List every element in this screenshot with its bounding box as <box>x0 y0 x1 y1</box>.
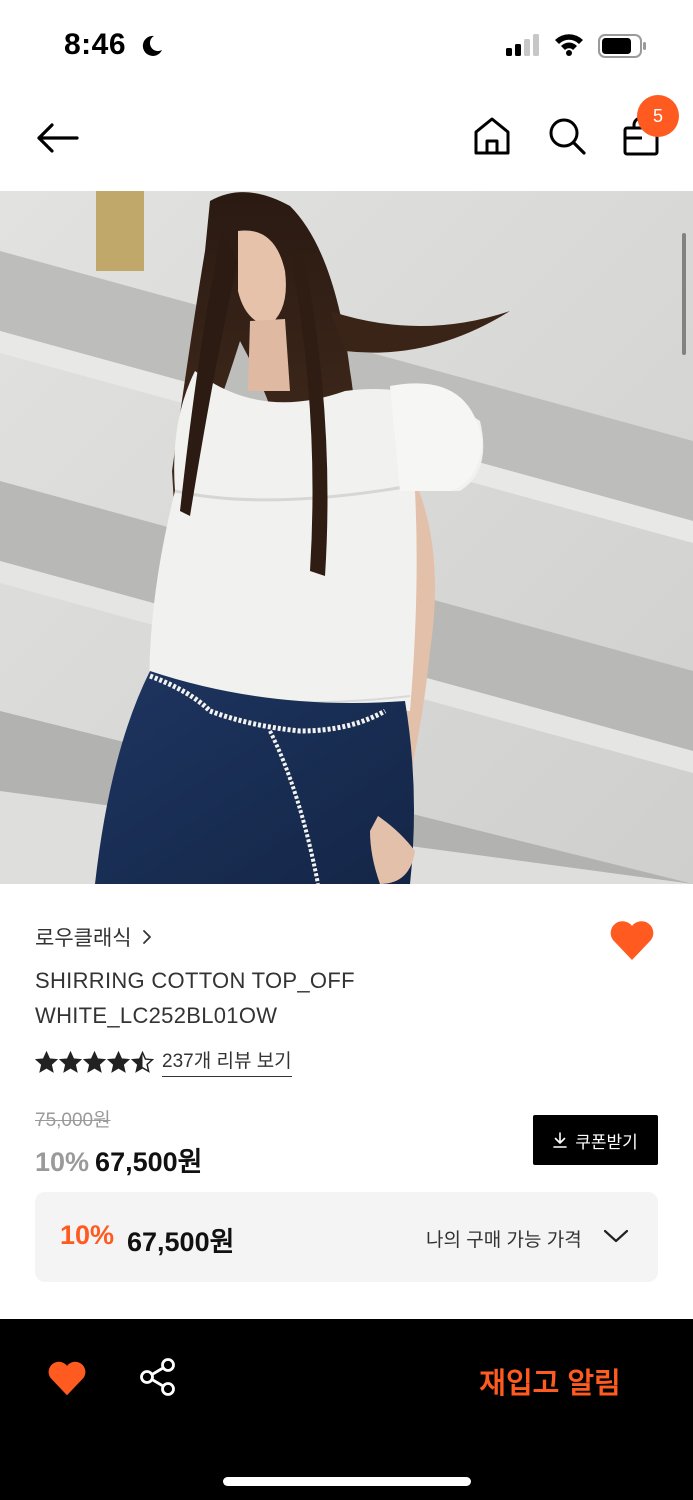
star-icon <box>107 1050 130 1073</box>
coupon-label: 쿠폰받기 <box>575 1132 638 1152</box>
star-icon <box>131 1050 154 1073</box>
product-name: SHIRRING COTTON TOP_OFF WHITE_LC252BL01O… <box>35 968 355 1028</box>
rating-row: 237개 리뷰 보기 <box>35 1046 292 1077</box>
product-photo <box>0 191 693 884</box>
star-icon <box>59 1050 82 1073</box>
cart-count-badge: 5 <box>637 95 679 137</box>
home-indicator[interactable] <box>223 1477 471 1486</box>
my-price: 67,500원 <box>127 1227 235 1257</box>
heart-icon <box>610 921 654 960</box>
like-button[interactable] <box>608 918 658 964</box>
my-price-label: 나의 구매 가능 가격 <box>426 1230 582 1251</box>
coupon-download-button[interactable]: 쿠폰받기 <box>533 1115 658 1165</box>
scroll-indicator[interactable] <box>682 233 686 355</box>
heart-icon <box>48 1361 86 1396</box>
download-icon <box>553 1132 568 1148</box>
search-icon <box>549 118 586 155</box>
chevron-down-icon <box>603 1229 629 1243</box>
my-price-dropdown[interactable]: 10% 67,500원 나의 구매 가능 가격 <box>35 1192 658 1282</box>
product-image[interactable] <box>0 191 693 884</box>
battery-icon <box>598 34 646 58</box>
discount-rate: 10% <box>35 1147 90 1177</box>
nav-bar <box>0 92 693 190</box>
star-rating <box>35 1050 154 1073</box>
restock-alert-button[interactable]: 재입고 알림 <box>460 1357 640 1405</box>
moon-icon <box>142 35 162 56</box>
original-price: 75,000원 <box>35 1110 111 1131</box>
brand-name: 로우클래식 <box>35 927 132 950</box>
home-button[interactable] <box>470 114 514 158</box>
sale-price: 67,500원 <box>95 1147 203 1177</box>
brand-link[interactable]: 로우클래식 <box>35 922 152 952</box>
search-button[interactable] <box>545 114 589 158</box>
share-icon <box>140 1358 175 1396</box>
sale-price-row: 10% 67,500원 <box>35 1140 202 1179</box>
wifi-icon <box>555 34 583 56</box>
bottom-action-bar: 재입고 알림 <box>0 1319 693 1500</box>
status-time: 8:46 <box>64 28 127 61</box>
my-discount-rate: 10% <box>60 1220 115 1250</box>
back-arrow-icon <box>37 123 79 153</box>
home-icon <box>474 117 510 155</box>
status-bar: 8:46 <box>0 0 693 92</box>
chevron-right-icon <box>142 930 151 944</box>
review-link[interactable]: 237개 리뷰 보기 <box>162 1046 292 1077</box>
bottom-like-button[interactable] <box>46 1359 90 1401</box>
back-button[interactable] <box>32 116 82 160</box>
star-icon <box>83 1050 106 1073</box>
signal-icon <box>506 34 539 56</box>
share-button[interactable] <box>138 1357 182 1401</box>
star-icon <box>35 1050 58 1073</box>
